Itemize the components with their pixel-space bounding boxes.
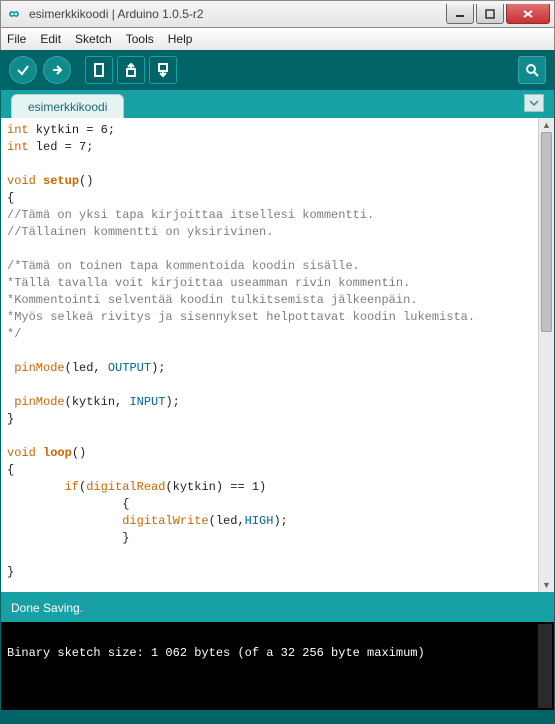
code-token: (led, xyxy=(65,361,108,375)
save-button[interactable] xyxy=(149,56,177,84)
scroll-thumb[interactable] xyxy=(541,132,552,332)
code-token: (led, xyxy=(209,514,245,528)
magnifier-icon xyxy=(524,62,540,78)
code-token: { xyxy=(7,497,129,511)
code-token: *Tällä tavalla voit kirjoittaa useamman … xyxy=(7,276,410,290)
code-token: /*Tämä on toinen tapa kommentoida koodin… xyxy=(7,259,360,273)
console-line: Binary sketch size: 1 062 bytes (of a 32… xyxy=(7,646,425,660)
window-title: esimerkkikoodi | Arduino 1.0.5-r2 xyxy=(29,7,444,21)
console-scrollbar[interactable] xyxy=(538,624,552,708)
maximize-button[interactable] xyxy=(476,4,504,24)
code-token: loop xyxy=(43,446,72,460)
code-token: } xyxy=(7,565,14,579)
serial-monitor-button[interactable] xyxy=(518,56,546,84)
close-button[interactable] xyxy=(506,4,550,24)
tab-bar: esimerkkikoodi xyxy=(0,90,555,118)
output-console[interactable]: Binary sketch size: 1 062 bytes (of a 32… xyxy=(0,622,555,710)
code-token: (kytkin) == 1) xyxy=(165,480,266,494)
menu-file[interactable]: File xyxy=(7,32,26,46)
code-token xyxy=(36,174,43,188)
code-token: ); xyxy=(165,395,179,409)
window-titlebar: esimerkkikoodi | Arduino 1.0.5-r2 xyxy=(0,0,555,28)
code-token: (kytkin, xyxy=(65,395,130,409)
status-bar: Done Saving. xyxy=(0,596,555,622)
arrow-up-icon xyxy=(123,62,139,78)
code-token: { xyxy=(7,463,14,477)
open-button[interactable] xyxy=(117,56,145,84)
check-icon xyxy=(15,62,31,78)
scroll-down-icon[interactable]: ▼ xyxy=(539,578,554,592)
code-token: ); xyxy=(273,514,287,528)
editor-area: int kytkin = 6; int led = 7; void setup(… xyxy=(0,118,555,592)
upload-button[interactable] xyxy=(43,56,71,84)
code-token: digitalRead xyxy=(86,480,165,494)
arrow-down-icon xyxy=(155,62,171,78)
menu-bar: File Edit Sketch Tools Help xyxy=(0,28,555,50)
code-token: pinMode xyxy=(14,395,64,409)
code-token xyxy=(36,446,43,460)
code-token: void xyxy=(7,446,36,460)
chevron-down-icon xyxy=(529,99,539,107)
code-token: kytkin = 6; xyxy=(29,123,115,137)
menu-edit[interactable]: Edit xyxy=(40,32,61,46)
menu-tools[interactable]: Tools xyxy=(126,32,154,46)
scroll-up-icon[interactable]: ▲ xyxy=(539,118,554,132)
code-token: */ xyxy=(7,327,21,341)
toolbar xyxy=(0,50,555,90)
code-editor[interactable]: int kytkin = 6; int led = 7; void setup(… xyxy=(1,118,538,592)
code-token: //Tällainen kommentti on yksirivinen. xyxy=(7,225,273,239)
code-token: int xyxy=(7,123,29,137)
new-button[interactable] xyxy=(85,56,113,84)
code-token: } xyxy=(7,412,14,426)
window-buttons xyxy=(444,4,550,24)
footer-bar xyxy=(0,710,555,724)
tab-active[interactable]: esimerkkikoodi xyxy=(11,94,124,118)
code-token: void xyxy=(7,174,36,188)
code-token: digitalWrite xyxy=(122,514,208,528)
code-token: ); xyxy=(151,361,165,375)
editor-scrollbar[interactable]: ▲ ▼ xyxy=(538,118,554,592)
code-token xyxy=(7,514,122,528)
file-icon xyxy=(91,62,107,78)
code-token: led = 7; xyxy=(29,140,94,154)
code-token: } xyxy=(7,531,129,545)
code-token xyxy=(7,480,65,494)
code-token: () xyxy=(72,446,86,460)
code-token: //Tämä on yksi tapa kirjoittaa itsellesi… xyxy=(7,208,374,222)
code-token: int xyxy=(7,140,29,154)
arduino-icon xyxy=(7,6,23,22)
status-text: Done Saving. xyxy=(11,601,83,615)
code-token: setup xyxy=(43,174,79,188)
menu-sketch[interactable]: Sketch xyxy=(75,32,112,46)
code-token: { xyxy=(7,191,14,205)
code-token: *Kommentointi selventää koodin tulkitsem… xyxy=(7,293,417,307)
arrow-right-icon xyxy=(49,62,65,78)
tab-menu-button[interactable] xyxy=(524,94,544,112)
code-token: () xyxy=(79,174,93,188)
menu-help[interactable]: Help xyxy=(168,32,193,46)
code-token: OUTPUT xyxy=(108,361,151,375)
code-token: INPUT xyxy=(129,395,165,409)
code-token: HIGH xyxy=(245,514,274,528)
minimize-button[interactable] xyxy=(446,4,474,24)
code-token: pinMode xyxy=(14,361,64,375)
verify-button[interactable] xyxy=(9,56,37,84)
code-token: *Myös selkeä rivitys ja sisennykset help… xyxy=(7,310,475,324)
code-token: if xyxy=(65,480,79,494)
